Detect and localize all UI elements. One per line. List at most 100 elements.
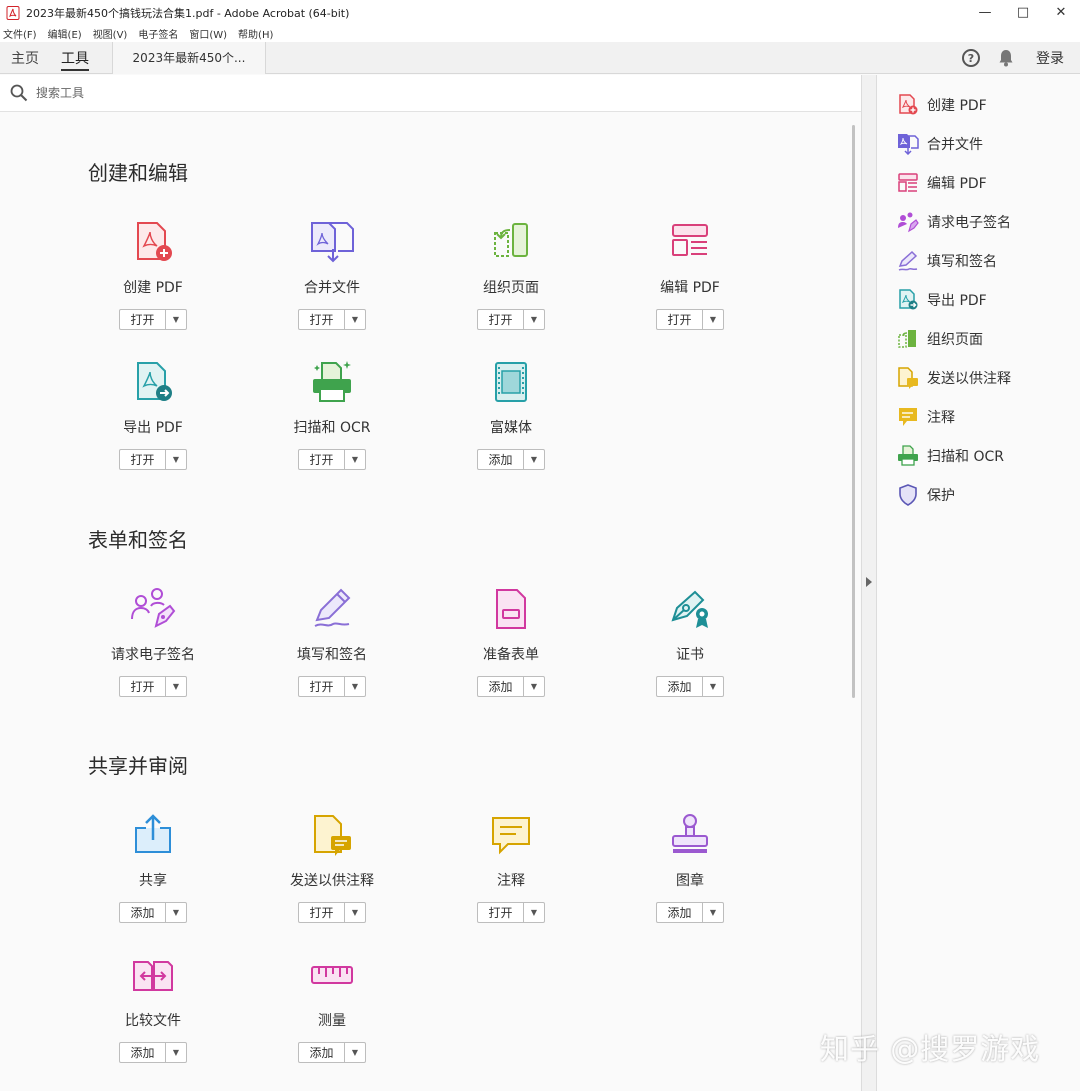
rp-item-combine-files[interactable]: 合并文件 — [897, 132, 983, 156]
search-input[interactable] — [36, 86, 336, 100]
rp-item-send-for-comments[interactable]: 发送以供注释 — [897, 366, 1011, 390]
rp-item-edit-pdf[interactable]: 编辑 PDF — [897, 171, 987, 195]
rp-label: 请求电子签名 — [927, 215, 1011, 231]
menu-file[interactable]: 文件(F) — [3, 26, 37, 41]
scan-ocr-icon[interactable] — [309, 359, 355, 405]
tool-label: 共享 — [139, 873, 167, 889]
maximize-button[interactable]: □ — [1004, 0, 1042, 25]
add-button[interactable]: 添加 — [299, 1043, 345, 1062]
login-button[interactable]: 登录 — [1036, 48, 1064, 68]
expand-arrow-icon[interactable] — [866, 577, 872, 587]
open-button[interactable]: 打开 — [657, 310, 703, 329]
section-title-create-edit: 创建和编辑 — [88, 161, 188, 185]
menu-edit[interactable]: 编辑(E) — [48, 26, 82, 41]
chevron-down-icon[interactable]: ▼ — [345, 903, 365, 922]
chevron-down-icon[interactable]: ▼ — [166, 310, 186, 329]
certificate-icon[interactable] — [667, 586, 713, 632]
prepare-form-icon[interactable] — [488, 586, 534, 632]
organize-pages-icon[interactable] — [488, 219, 534, 265]
tool-rich-media: 富媒体 添加 ▼ — [421, 359, 601, 470]
rp-item-create-pdf[interactable]: 创建 PDF — [897, 93, 987, 117]
pane-divider[interactable] — [861, 75, 877, 1091]
tool-prepare-form: 准备表单 添加 ▼ — [421, 586, 601, 697]
bell-icon[interactable] — [998, 49, 1014, 67]
rp-label: 编辑 PDF — [927, 176, 987, 192]
combine-files-icon — [898, 134, 919, 155]
chevron-down-icon[interactable]: ▼ — [703, 903, 723, 922]
chevron-down-icon[interactable]: ▼ — [166, 903, 186, 922]
search-bar — [0, 75, 861, 112]
open-button[interactable]: 打开 — [478, 903, 524, 922]
chevron-down-icon[interactable]: ▼ — [524, 677, 544, 696]
chevron-down-icon[interactable]: ▼ — [524, 450, 544, 469]
open-button[interactable]: 打开 — [299, 310, 345, 329]
chevron-down-icon[interactable]: ▼ — [524, 903, 544, 922]
chevron-down-icon[interactable]: ▼ — [345, 677, 365, 696]
stamp-icon[interactable] — [667, 812, 713, 858]
menu-window[interactable]: 窗口(W) — [189, 26, 227, 41]
open-button[interactable]: 打开 — [120, 310, 166, 329]
add-button[interactable]: 添加 — [120, 903, 166, 922]
tab-document[interactable]: 2023年最新450个... — [112, 41, 266, 74]
create-pdf-icon[interactable] — [130, 219, 176, 265]
measure-icon[interactable] — [309, 952, 355, 998]
minimize-button[interactable]: — — [966, 0, 1004, 25]
add-button[interactable]: 添加 — [478, 677, 524, 696]
rp-item-comment[interactable]: 注释 — [897, 405, 955, 429]
chevron-down-icon[interactable]: ▼ — [703, 677, 723, 696]
add-button[interactable]: 添加 — [657, 903, 703, 922]
add-button[interactable]: 添加 — [657, 677, 703, 696]
fill-sign-icon[interactable] — [309, 586, 355, 632]
close-button[interactable]: ✕ — [1042, 0, 1080, 25]
tool-stamp: 图章 添加 ▼ — [600, 812, 780, 923]
watermark: 知乎 @搜罗游戏 — [820, 1032, 1041, 1066]
tool-open-button: 打开 ▼ — [298, 309, 366, 330]
protect-icon — [899, 484, 917, 506]
tool-open-button: 打开 ▼ — [656, 309, 724, 330]
chevron-down-icon[interactable]: ▼ — [345, 1043, 365, 1062]
open-button[interactable]: 打开 — [120, 677, 166, 696]
add-button[interactable]: 添加 — [478, 450, 524, 469]
request-esign-icon[interactable] — [130, 586, 176, 632]
chevron-down-icon[interactable]: ▼ — [166, 450, 186, 469]
rp-item-scan-ocr[interactable]: 扫描和 OCR — [897, 444, 1004, 468]
menu-view[interactable]: 视图(V) — [93, 26, 128, 41]
open-button[interactable]: 打开 — [120, 450, 166, 469]
scrollbar[interactable] — [852, 125, 855, 698]
export-pdf-icon[interactable] — [130, 359, 176, 405]
menu-esign[interactable]: 电子签名 — [138, 26, 178, 41]
rp-item-protect[interactable]: 保护 — [897, 483, 955, 507]
chevron-down-icon[interactable]: ▼ — [166, 677, 186, 696]
chevron-down-icon[interactable]: ▼ — [166, 1043, 186, 1062]
request-esign-icon — [898, 212, 919, 233]
rp-item-request-esign[interactable]: 请求电子签名 — [897, 210, 1011, 234]
rp-label: 合并文件 — [927, 137, 983, 153]
menu-help[interactable]: 帮助(H) — [238, 26, 273, 41]
chevron-down-icon[interactable]: ▼ — [703, 310, 723, 329]
rp-item-export-pdf[interactable]: 导出 PDF — [897, 288, 987, 312]
open-button[interactable]: 打开 — [299, 450, 345, 469]
chevron-down-icon[interactable]: ▼ — [345, 310, 365, 329]
rp-item-fill-sign[interactable]: 填写和签名 — [897, 249, 997, 273]
tab-home[interactable]: 主页 — [0, 42, 50, 74]
open-button[interactable]: 打开 — [299, 903, 345, 922]
edit-pdf-icon[interactable] — [667, 219, 713, 265]
rich-media-icon[interactable] — [488, 359, 534, 405]
open-button[interactable]: 打开 — [299, 677, 345, 696]
share-icon[interactable] — [130, 812, 176, 858]
comment-icon[interactable] — [488, 812, 534, 858]
tool-label: 证书 — [676, 647, 704, 663]
open-button[interactable]: 打开 — [478, 310, 524, 329]
chevron-down-icon[interactable]: ▼ — [524, 310, 544, 329]
compare-files-icon[interactable] — [130, 952, 176, 998]
help-icon[interactable]: ? — [962, 49, 980, 67]
send-comment-icon[interactable] — [309, 812, 355, 858]
tool-label: 发送以供注释 — [290, 873, 374, 889]
chevron-down-icon[interactable]: ▼ — [345, 450, 365, 469]
rp-item-organize-pages[interactable]: 组织页面 — [897, 327, 983, 351]
tool-open-button: 打开 ▼ — [119, 676, 187, 697]
tab-tools[interactable]: 工具 — [50, 42, 100, 74]
combine-files-icon[interactable] — [309, 219, 355, 265]
tool-add-button: 添加 ▼ — [119, 1042, 187, 1063]
add-button[interactable]: 添加 — [120, 1043, 166, 1062]
